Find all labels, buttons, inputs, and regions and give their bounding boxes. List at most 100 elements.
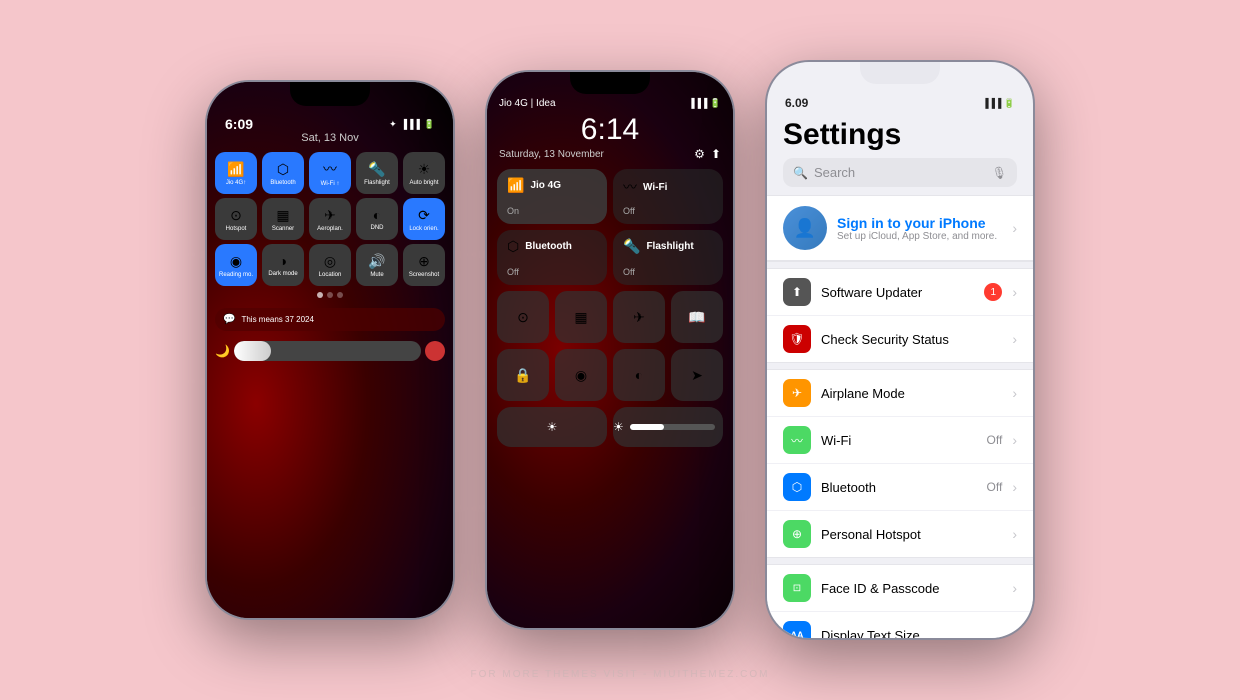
- cc-tiles-row1: 📶 Jio 4G On 〰 Wi-Fi Off: [487, 169, 733, 224]
- time-2: 6:14: [487, 113, 733, 147]
- ctrl-airplane[interactable]: ✈ Aeroplan.: [309, 198, 351, 240]
- display-text-label: Display Text Size: [821, 628, 1002, 641]
- chevron-icon: ›: [1012, 432, 1017, 448]
- time-3: 6.09: [785, 96, 808, 110]
- cc-bright[interactable]: ☀: [613, 407, 723, 447]
- status-bar-2: Jio 4G | Idea ▐▐▐ 🔋: [487, 98, 733, 109]
- control-grid-1: 📶 Jio 4G↑ ⬡ Bluetooth 〰 Wi-Fi ↑ 🔦 Flashl…: [207, 152, 453, 194]
- sun-dim-icon: ☀: [547, 420, 558, 434]
- airplane-label: Airplane Mode: [821, 386, 1002, 401]
- signin-group: 👤 Sign in to your iPhone Set up iCloud, …: [767, 195, 1033, 262]
- wifi-label: Wi-Fi: [821, 433, 977, 448]
- cc-header-icons: ⚙ ⬆: [694, 147, 721, 161]
- mic-icon[interactable]: 🎙: [992, 166, 1007, 180]
- hotspot-row[interactable]: ⊕ Personal Hotspot ›: [767, 511, 1033, 557]
- ctrl-location[interactable]: ◎ Location: [309, 244, 351, 286]
- security-row[interactable]: 🛡 Check Security Status ›: [767, 316, 1033, 362]
- ctrl-brightness-1[interactable]: ☀ Auto bright: [403, 152, 445, 194]
- cc-dim[interactable]: ☀: [497, 407, 607, 447]
- watermark: FOR MORE THEMES VISIT - MIUITHEMEZ.COM: [471, 669, 770, 680]
- software-updater-label: Software Updater: [821, 285, 974, 300]
- signin-text: Sign in to your iPhone Set up iCloud, Ap…: [837, 215, 1002, 242]
- status-icons-1: ✦ ▐▐▐ 🔋: [389, 119, 435, 130]
- cc-scan[interactable]: ▦: [555, 291, 607, 343]
- bluetooth-value: Off: [987, 480, 1003, 494]
- slider-brightness[interactable]: 🌙: [207, 335, 453, 361]
- update-badge: 1: [984, 283, 1002, 301]
- software-updater-row[interactable]: ⬆ Software Updater 1 ›: [767, 269, 1033, 316]
- cc-jio4g[interactable]: 📶 Jio 4G On: [497, 169, 607, 224]
- hotspot-icon: ⊕: [783, 520, 811, 548]
- signin-row[interactable]: 👤 Sign in to your iPhone Set up iCloud, …: [767, 196, 1033, 261]
- share-icon[interactable]: ⬆: [711, 147, 721, 161]
- cc-bluetooth[interactable]: ⬡ Bluetooth Off: [497, 230, 607, 285]
- ctrl-hotspot[interactable]: ⊙ Hotspot: [215, 198, 257, 240]
- chevron-icon: ›: [1012, 385, 1017, 401]
- ctrl-darkmode[interactable]: ◑ Dark mode: [262, 244, 304, 286]
- wifi-icon: 〰: [783, 426, 811, 454]
- bluetooth-label: Bluetooth: [821, 480, 977, 495]
- settings-group-1: ⬆ Software Updater 1 › 🛡 Check Security …: [767, 268, 1033, 363]
- chevron-icon: ›: [1012, 580, 1017, 596]
- cc-wifi[interactable]: 〰 Wi-Fi Off: [613, 169, 723, 224]
- phone-2: Jio 4G | Idea ▐▐▐ 🔋 6:14 Saturday, 13 No…: [485, 70, 735, 630]
- hotspot-label: Personal Hotspot: [821, 527, 1002, 542]
- cc-eye[interactable]: ◉: [555, 349, 607, 401]
- cc-lock2[interactable]: 🔒: [497, 349, 549, 401]
- ctrl-wifi-1[interactable]: 〰 Wi-Fi ↑: [309, 152, 351, 194]
- ctrl-dnd[interactable]: ◐ DND: [356, 198, 398, 240]
- cc-books[interactable]: 📖: [671, 291, 723, 343]
- faceid-row[interactable]: ⊡ Face ID & Passcode ›: [767, 565, 1033, 612]
- date-2: Saturday, 13 November: [499, 149, 604, 160]
- wifi-row[interactable]: 〰 Wi-Fi Off ›: [767, 417, 1033, 464]
- ctrl-screenshot[interactable]: ⊕ Screenshot: [403, 244, 445, 286]
- search-input[interactable]: Search: [814, 165, 986, 180]
- cc-airplane[interactable]: ✈: [613, 291, 665, 343]
- ctrl-bluetooth-1[interactable]: ⬡ Bluetooth: [262, 152, 304, 194]
- ctrl-mute[interactable]: 🔊 Mute: [356, 244, 398, 286]
- phone-3: 6.09 ▐▐▐ 🔋 Settings 🔍 Search 🎙 👤 Sign in…: [765, 60, 1035, 640]
- settings-title: Settings: [767, 110, 1033, 158]
- ctrl-jio4g[interactable]: 📶 Jio 4G↑: [215, 152, 257, 194]
- cc-moon[interactable]: ◐: [613, 349, 665, 401]
- chevron-icon: ›: [1012, 220, 1017, 236]
- ctrl-reading[interactable]: ◉ Reading mo.: [215, 244, 257, 286]
- settings-group-2: ✈ Airplane Mode › 〰 Wi-Fi Off › ⬡ Blueto…: [767, 369, 1033, 558]
- signin-subtitle: Set up iCloud, App Store, and more.: [837, 231, 1002, 242]
- status-icons-3: ▐▐▐ 🔋: [982, 98, 1015, 109]
- chevron-icon: ›: [1012, 627, 1017, 640]
- avatar: 👤: [783, 206, 827, 250]
- airplane-mode-row[interactable]: ✈ Airplane Mode ›: [767, 370, 1033, 417]
- ctrl-lock[interactable]: ⟳ Lock orien.: [403, 198, 445, 240]
- cc-tiles-row2: ⬡ Bluetooth Off 🔦 Flashlight Off: [487, 224, 733, 285]
- ctrl-scanner[interactable]: ▦ Scanner: [262, 198, 304, 240]
- notch-2: [570, 72, 650, 94]
- search-icon: 🔍: [793, 166, 808, 180]
- status-bar-1: 6:09 ✦ ▐▐▐ 🔋: [207, 110, 453, 132]
- notch-1: [290, 82, 370, 106]
- chevron-icon: ›: [1012, 526, 1017, 542]
- cc-row-2: 🔒 ◉ ◐ ➤: [487, 343, 733, 401]
- chevron-icon: ›: [1012, 479, 1017, 495]
- bluetooth-row[interactable]: ⬡ Bluetooth Off ›: [767, 464, 1033, 511]
- settings-icon[interactable]: ⚙: [694, 147, 705, 161]
- status-bar-3: 6.09 ▐▐▐ 🔋: [767, 90, 1033, 110]
- moon-icon: 🌙: [215, 344, 230, 358]
- settings-group-3: ⊡ Face ID & Passcode › AA Display Text S…: [767, 564, 1033, 640]
- bluetooth-icon: ⬡: [783, 473, 811, 501]
- cc-flashlight[interactable]: 🔦 Flashlight Off: [613, 230, 723, 285]
- airplane-icon: ✈: [783, 379, 811, 407]
- notch-3: [860, 62, 940, 84]
- cc-link[interactable]: ⊙: [497, 291, 549, 343]
- ctrl-flashlight-1[interactable]: 🔦 Flashlight: [356, 152, 398, 194]
- faceid-icon: ⊡: [783, 574, 811, 602]
- date-1: Sat, 13 Nov: [207, 132, 453, 144]
- date-row-2: Saturday, 13 November ⚙ ⬆: [487, 147, 733, 161]
- cc-location2[interactable]: ➤: [671, 349, 723, 401]
- sun-bright-icon: ☀: [613, 420, 624, 434]
- cc-row-1: ⊙ ▦ ✈ 📖: [487, 285, 733, 343]
- phone-1: 6:09 ✦ ▐▐▐ 🔋 Sat, 13 Nov 📶 Jio 4G↑ ⬡ Blu…: [205, 80, 455, 620]
- display-text-row[interactable]: AA Display Text Size ›: [767, 612, 1033, 640]
- security-icon: 🛡: [783, 325, 811, 353]
- search-bar[interactable]: 🔍 Search 🎙: [783, 158, 1017, 187]
